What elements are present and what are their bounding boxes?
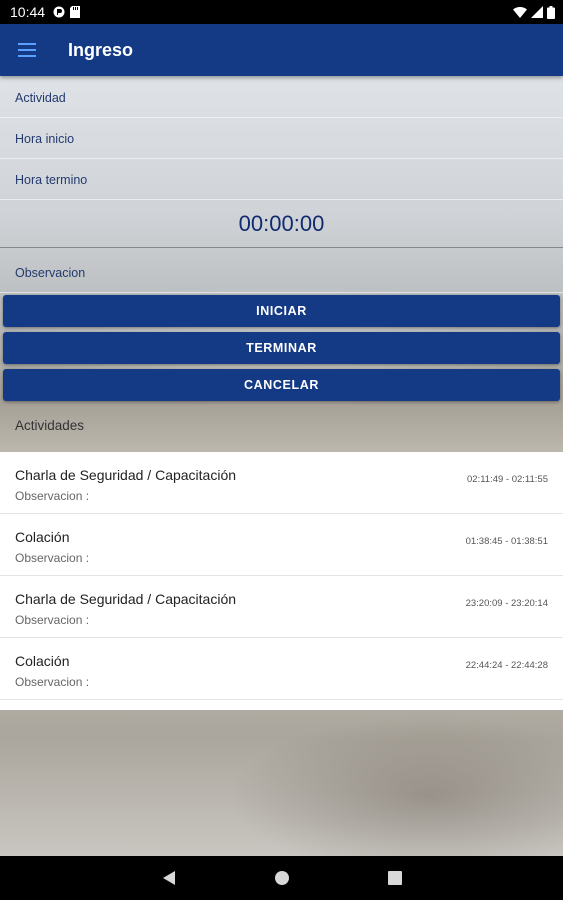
activity-observation: Observacion : <box>15 489 90 503</box>
activity-observation: Observacion : <box>15 613 90 627</box>
main-content: Actividad Hora inicio Hora termino 00:00… <box>0 76 563 856</box>
list-item[interactable]: Colación Observacion : 22:44:24 - 22:44:… <box>0 638 563 700</box>
observacion-label: Observacion <box>15 266 86 280</box>
hora-inicio-field[interactable]: Hora inicio <box>0 117 563 159</box>
home-nav-icon[interactable] <box>274 870 290 886</box>
activity-observation: Observacion : <box>15 675 90 689</box>
actividad-field[interactable]: Actividad <box>0 76 563 118</box>
system-icons <box>513 5 555 19</box>
app-bar: Ingreso <box>0 24 563 76</box>
cancelar-button[interactable]: CANCELAR <box>3 369 560 401</box>
menu-button[interactable] <box>0 24 54 76</box>
iniciar-button[interactable]: INICIAR <box>3 295 560 327</box>
notification-icons <box>53 6 81 18</box>
navigation-bar <box>0 856 563 900</box>
activity-time-range: 01:38:45 - 01:38:51 <box>465 536 548 547</box>
menu-icon <box>18 43 36 57</box>
activity-time-range: 23:20:09 - 23:20:14 <box>465 598 548 609</box>
observacion-field[interactable]: Observacion <box>0 251 563 293</box>
hora-inicio-label: Hora inicio <box>15 132 75 146</box>
timer-display: 00:00:00 <box>0 201 563 248</box>
activity-observation: Observacion : <box>15 551 90 565</box>
activity-time-range: 22:44:24 - 22:44:28 <box>465 660 548 671</box>
sd-card-icon <box>70 6 81 18</box>
activities-list: Charla de Seguridad / Capacitación Obser… <box>0 452 563 710</box>
activity-title: Colación <box>15 529 70 545</box>
page-title: Ingreso <box>68 39 134 60</box>
list-item[interactable]: Charla de Seguridad / Capacitación Obser… <box>0 576 563 638</box>
back-nav-icon[interactable] <box>162 870 176 886</box>
status-time: 10:44 <box>10 4 46 20</box>
activity-title: Charla de Seguridad / Capacitación <box>15 591 237 607</box>
activities-section-title: Actividades <box>15 418 85 433</box>
battery-icon <box>547 5 555 19</box>
status-bar: 10:44 <box>0 0 563 24</box>
activity-title: Colación <box>15 653 70 669</box>
recents-nav-icon[interactable] <box>387 871 402 885</box>
terminar-button[interactable]: TERMINAR <box>3 332 560 364</box>
wifi-icon <box>513 6 527 18</box>
signal-icon <box>531 6 543 18</box>
activity-time-range: 02:11:49 - 02:11:55 <box>467 474 548 485</box>
app-notification-icon <box>53 6 65 18</box>
hora-termino-label: Hora termino <box>15 173 88 187</box>
actividad-label: Actividad <box>15 91 66 105</box>
list-item[interactable]: Colación Observacion : 01:38:45 - 01:38:… <box>0 514 563 576</box>
activity-title: Charla de Seguridad / Capacitación <box>15 467 237 483</box>
list-item[interactable]: Charla de Seguridad / Capacitación Obser… <box>0 452 563 514</box>
hora-termino-field[interactable]: Hora termino <box>0 158 563 200</box>
